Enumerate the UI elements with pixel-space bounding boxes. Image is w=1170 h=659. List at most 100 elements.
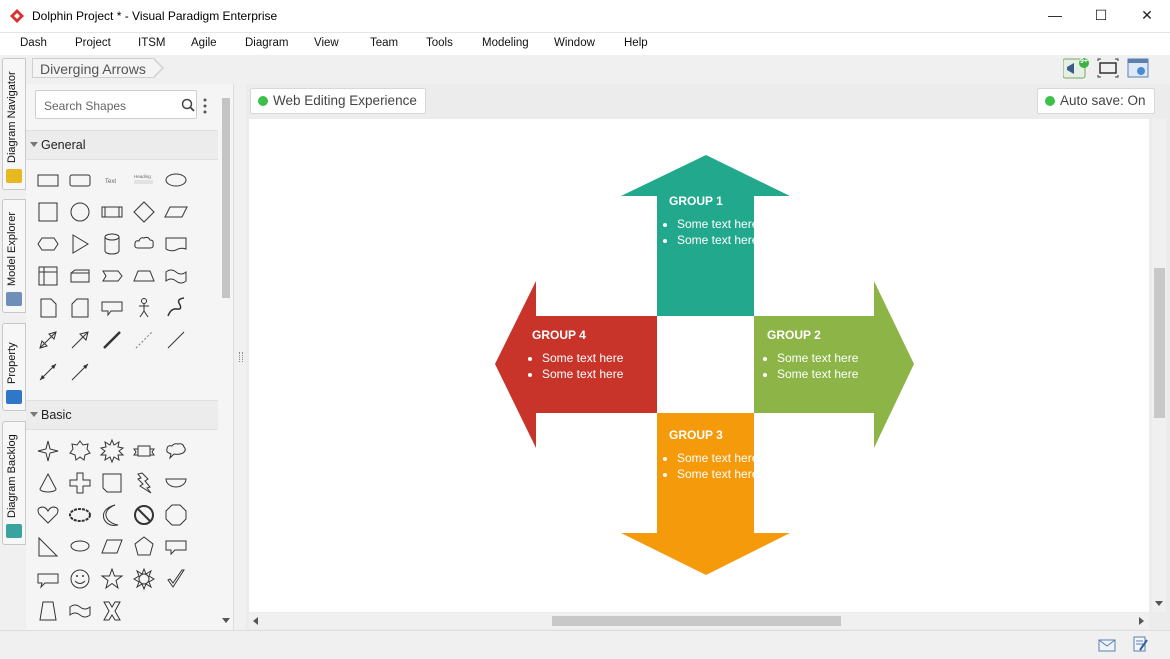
panel-splitter[interactable]: [234, 84, 246, 630]
shape-smiley[interactable]: [67, 566, 93, 592]
menu-project[interactable]: Project: [75, 37, 111, 49]
shape-note[interactable]: [35, 295, 61, 321]
shape-seal[interactable]: [67, 438, 93, 464]
menu-dash[interactable]: Dash: [20, 37, 47, 49]
shape-process[interactable]: [99, 199, 125, 225]
tab-property[interactable]: Property: [2, 323, 26, 411]
breadcrumb-diagram-name[interactable]: Diverging Arrows: [32, 58, 154, 78]
close-button[interactable]: ✕: [1124, 0, 1170, 30]
menu-window[interactable]: Window: [554, 37, 595, 49]
shape-card[interactable]: [67, 263, 93, 289]
menu-diagram[interactable]: Diagram: [245, 37, 288, 49]
palette-scrollbar[interactable]: [220, 88, 232, 628]
menu-itsm[interactable]: ITSM: [138, 37, 165, 49]
shape-frame-oval[interactable]: [67, 502, 93, 528]
canvas-vertical-scrollbar[interactable]: [1152, 119, 1166, 612]
shape-cross[interactable]: [67, 470, 93, 496]
shape-octagon[interactable]: [163, 502, 189, 528]
shape-ellipse[interactable]: [163, 167, 189, 193]
autosave-status[interactable]: Auto save: On: [1037, 88, 1155, 114]
canvas-horizontal-scroll-thumb[interactable]: [552, 616, 841, 626]
shape-double-arrow-line[interactable]: [35, 327, 61, 353]
shape-connector-both[interactable]: [35, 359, 61, 385]
edit-document-icon[interactable]: [1132, 635, 1148, 653]
section-general-header[interactable]: General: [26, 130, 218, 160]
shape-small-callout[interactable]: [35, 566, 61, 592]
minimize-button[interactable]: —: [1032, 0, 1078, 30]
layout-button[interactable]: [1127, 58, 1149, 78]
shape-4-point-star[interactable]: [35, 438, 61, 464]
shape-right-triangle[interactable]: [35, 534, 61, 560]
fit-diagram-button[interactable]: [1097, 58, 1119, 78]
shape-line[interactable]: [163, 327, 189, 353]
shape-x-cross[interactable]: [99, 598, 125, 624]
shape-parallelogram[interactable]: [163, 199, 189, 225]
shape-arrow-line[interactable]: [67, 327, 93, 353]
menu-modeling[interactable]: Modeling: [482, 37, 529, 49]
shape-circle[interactable]: [67, 199, 93, 225]
shape-document[interactable]: [163, 231, 189, 257]
shape-actor[interactable]: [131, 295, 157, 321]
shape-no-symbol[interactable]: [131, 502, 157, 528]
shape-folded-corner[interactable]: [99, 470, 125, 496]
notifications-button[interactable]: 9+: [1062, 58, 1089, 79]
shape-diamond[interactable]: [131, 199, 157, 225]
shape-cloud[interactable]: [131, 231, 157, 257]
menu-tools[interactable]: Tools: [426, 37, 453, 49]
tab-diagram-navigator[interactable]: Diagram Navigator: [2, 58, 26, 190]
scroll-down-arrow-icon[interactable]: [222, 618, 230, 623]
shape-curve[interactable]: [163, 295, 189, 321]
web-editing-button[interactable]: Web Editing Experience: [250, 88, 426, 114]
canvas-horizontal-scrollbar[interactable]: [249, 613, 1149, 629]
palette-scroll-thumb[interactable]: [222, 98, 230, 298]
scroll-left-arrow-icon[interactable]: [253, 617, 258, 625]
shape-gear[interactable]: [131, 566, 157, 592]
shape-cylinder[interactable]: [99, 231, 125, 257]
shape-trapezoid[interactable]: [131, 263, 157, 289]
shape-hexagon[interactable]: [35, 231, 61, 257]
shape-callout[interactable]: [99, 295, 125, 321]
shape-dashed-line[interactable]: [131, 327, 157, 353]
shape-step[interactable]: [99, 263, 125, 289]
shape-connector[interactable]: [67, 359, 93, 385]
mail-icon[interactable]: [1098, 639, 1116, 652]
shape-thick-line[interactable]: [99, 327, 125, 353]
maximize-button[interactable]: ☐: [1078, 0, 1124, 30]
shape-tall-trapezoid[interactable]: [35, 598, 61, 624]
shape-heart[interactable]: [35, 502, 61, 528]
shape-wave[interactable]: [163, 263, 189, 289]
more-options-icon[interactable]: [203, 98, 207, 114]
shape-burst[interactable]: [99, 438, 125, 464]
shape-square[interactable]: [35, 199, 61, 225]
scroll-right-arrow-icon[interactable]: [1139, 617, 1144, 625]
shape-text[interactable]: Text: [99, 167, 125, 193]
menu-help[interactable]: Help: [624, 37, 648, 49]
shape-oval-callout[interactable]: [67, 534, 93, 560]
shape-moon[interactable]: [99, 502, 125, 528]
shape-table[interactable]: [35, 263, 61, 289]
shape-cone[interactable]: [35, 470, 61, 496]
shape-cut-corner[interactable]: [67, 295, 93, 321]
shape-star[interactable]: [99, 566, 125, 592]
shape-flag-wave[interactable]: [67, 598, 93, 624]
shape-lightning[interactable]: [131, 470, 157, 496]
diagram-canvas[interactable]: GROUP 1 Some text here Some text here GR…: [249, 119, 1149, 612]
search-input[interactable]: [42, 97, 176, 115]
menu-agile[interactable]: Agile: [191, 37, 217, 49]
search-icon[interactable]: [181, 98, 195, 112]
shape-skewed-rect[interactable]: [99, 534, 125, 560]
scroll-down-arrow-icon[interactable]: [1155, 601, 1163, 606]
section-basic-header[interactable]: Basic: [26, 400, 218, 430]
search-box[interactable]: [35, 90, 197, 119]
tab-diagram-backlog[interactable]: Diagram Backlog: [2, 421, 26, 545]
menu-team[interactable]: Team: [370, 37, 398, 49]
shape-heading[interactable]: Heading: [131, 167, 157, 193]
shape-pentagon[interactable]: [131, 534, 157, 560]
shape-checkmark[interactable]: [163, 566, 189, 592]
shape-banner[interactable]: [131, 438, 157, 464]
shape-rect-callout[interactable]: [163, 534, 189, 560]
menu-view[interactable]: View: [314, 37, 339, 49]
canvas-vertical-scroll-thumb[interactable]: [1154, 268, 1165, 418]
shape-triangle[interactable]: [67, 231, 93, 257]
shape-rounded-rectangle[interactable]: [67, 167, 93, 193]
